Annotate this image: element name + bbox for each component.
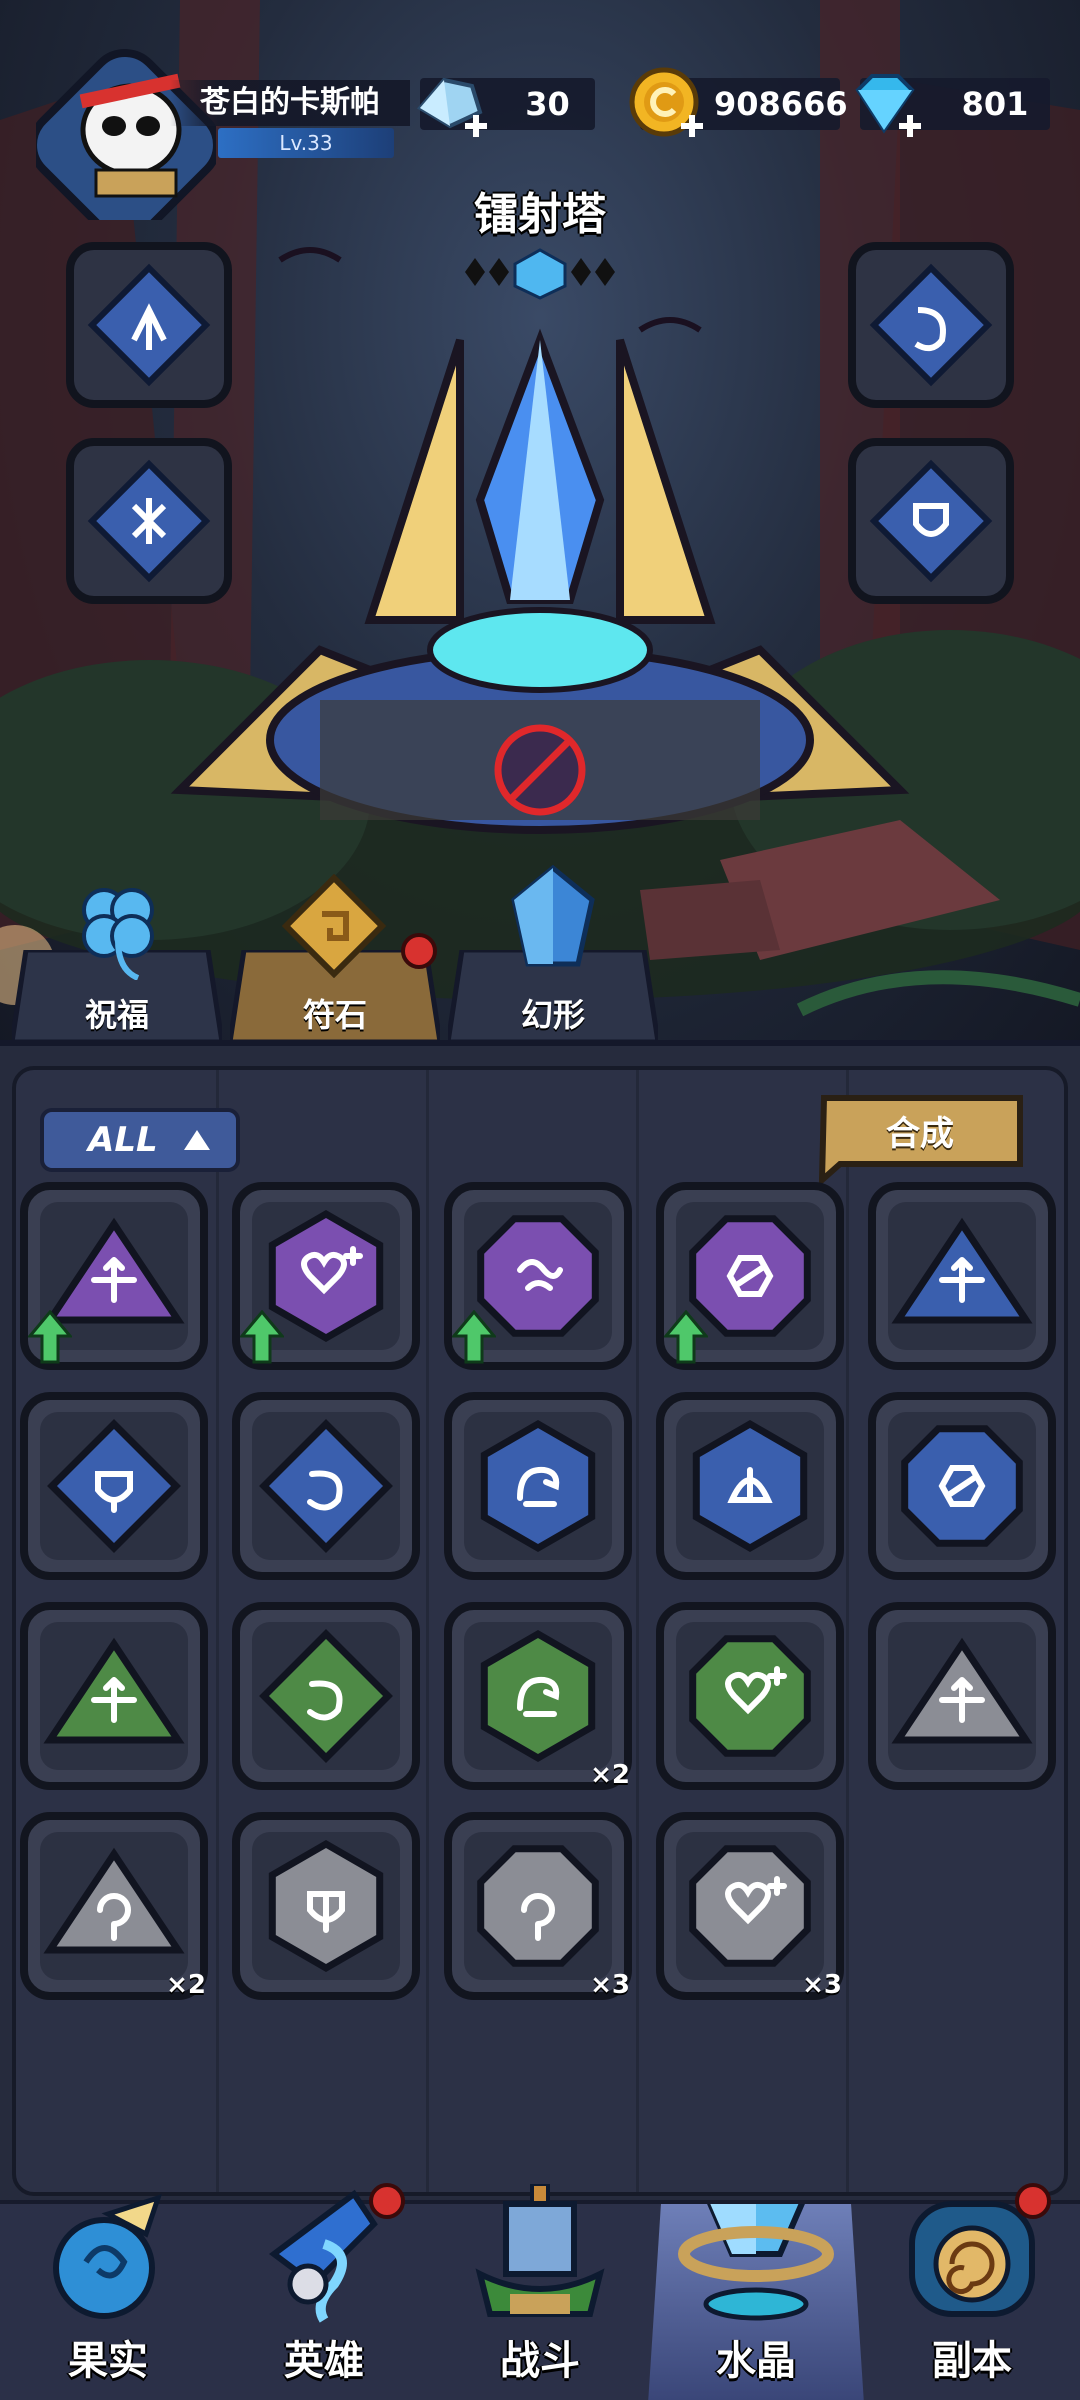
rune-item[interactable]: ×3 <box>654 1810 846 2002</box>
rune-item-frame <box>20 1602 208 1790</box>
tab-transform[interactable]: 幻形 <box>448 864 658 1042</box>
player-level: Lv.33 <box>218 128 394 158</box>
rune-item-frame <box>868 1602 1056 1790</box>
rune-item[interactable] <box>18 1390 210 1582</box>
rune-item-frame <box>444 1392 632 1580</box>
upgrade-arrow-icon <box>664 1310 708 1364</box>
tab-runestone[interactable]: 符石 <box>230 874 440 1042</box>
battle-icon <box>475 2184 605 2317</box>
rune-shape <box>480 1629 596 1763</box>
rune-item-count: ×3 <box>802 1970 842 2000</box>
tab-transform-label: 幻形 <box>520 996 585 1034</box>
rune-shape <box>268 1209 384 1343</box>
rune-item[interactable] <box>866 1600 1058 1792</box>
nav-dungeon[interactable]: 副本 <box>864 2183 1080 2400</box>
rune-item[interactable] <box>654 1600 846 1792</box>
rune-item[interactable] <box>866 1390 1058 1582</box>
rune-item-frame <box>20 1392 208 1580</box>
clover-icon <box>82 888 154 980</box>
nav-fruit-label: 果实 <box>68 2338 148 2384</box>
combine-label: 合成 <box>886 1114 954 1154</box>
nav-crystal-label: 水晶 <box>716 2338 796 2384</box>
filter-all-button[interactable]: ALL <box>40 1108 240 1172</box>
rune-shape <box>689 1635 811 1757</box>
nav-hero-label: 英雄 <box>284 2338 364 2384</box>
crystal-shard-icon <box>410 64 490 144</box>
laser-tower-illustration <box>170 328 910 834</box>
rune-item[interactable]: ×3 <box>442 1810 634 2002</box>
rune-slot-right-1[interactable] <box>846 240 1016 410</box>
upgrade-arrow-icon <box>240 1310 284 1364</box>
rune-item[interactable] <box>442 1180 634 1372</box>
resource-diamonds[interactable]: 801 <box>855 74 1050 137</box>
rune-item-count: ×3 <box>590 1970 630 2000</box>
plus-icon <box>465 115 487 137</box>
rune-item[interactable] <box>18 1600 210 1792</box>
rune-item-frame <box>232 1392 420 1580</box>
nav-fruit[interactable]: 果实 <box>0 2194 216 2400</box>
resource-gold[interactable]: 908666 <box>629 67 848 137</box>
diamond-count: 801 <box>961 85 1029 123</box>
rune-shape <box>480 1419 596 1553</box>
nav-hero[interactable]: 英雄 <box>216 2183 432 2400</box>
rune-item[interactable] <box>230 1600 422 1792</box>
rune-item[interactable]: ×2 <box>18 1810 210 2002</box>
avatar[interactable] <box>29 40 221 241</box>
nav-crystal[interactable]: 水晶 <box>648 2204 864 2400</box>
bottom-nav: 果实 英雄 战斗 水晶 副本 <box>0 2183 1080 2400</box>
gold-count: 908666 <box>714 85 848 123</box>
rune-item-count: ×2 <box>590 1760 630 1790</box>
rune-slot-left-1[interactable] <box>64 240 234 410</box>
rune-item[interactable] <box>654 1390 846 1582</box>
nav-hero-badge <box>369 2183 405 2219</box>
runestone-icon <box>282 874 386 978</box>
rune-item-count: ×2 <box>166 1970 206 2000</box>
fruit-icon <box>53 2194 162 2319</box>
rune-shape <box>689 1845 811 1967</box>
rune-item-frame <box>868 1182 1056 1370</box>
nav-battle[interactable]: 战斗 <box>432 2184 648 2400</box>
resource-crystal-shards[interactable]: 30 <box>416 77 595 137</box>
tab-blessing[interactable]: 祝福 <box>12 888 222 1042</box>
top-hud: 苍白的卡斯帕 Lv.33 30 908666 801 <box>0 0 1080 241</box>
rune-tabs: 祝福 符石 幻形 <box>0 864 1080 1042</box>
rune-item[interactable] <box>442 1390 634 1582</box>
crystal-shard-count: 30 <box>525 85 570 123</box>
upgrade-arrow-icon <box>28 1310 72 1364</box>
rune-item-frame <box>232 1602 420 1790</box>
rune-item-frame <box>868 1392 1056 1580</box>
chevron-up-icon <box>184 1130 210 1150</box>
nav-battle-label: 战斗 <box>500 2338 580 2384</box>
gold-coin-icon <box>626 64 706 144</box>
rune-item[interactable] <box>230 1810 422 2002</box>
tab-runestone-badge <box>401 933 437 969</box>
nav-dungeon-badge <box>1015 2183 1051 2219</box>
rune-item-frame <box>656 1602 844 1790</box>
diamond-icon <box>844 64 924 144</box>
rune-item[interactable] <box>654 1180 846 1372</box>
tab-blessing-label: 祝福 <box>84 996 149 1034</box>
rune-item[interactable] <box>230 1180 422 1372</box>
rune-item[interactable] <box>866 1180 1058 1372</box>
tower-star-gems <box>465 248 615 300</box>
rune-slot-left-2[interactable] <box>64 436 234 606</box>
rune-item-frame <box>656 1392 844 1580</box>
tower-name: 镭射塔 <box>474 189 606 240</box>
locked-rune-icon <box>494 724 586 816</box>
player-name: 苍白的卡斯帕 <box>170 80 410 126</box>
rune-item[interactable]: ×2 <box>442 1600 634 1792</box>
nav-dungeon-label: 副本 <box>932 2338 1012 2384</box>
filter-all-label: ALL <box>88 1120 158 1160</box>
tab-runestone-label: 符石 <box>302 996 367 1034</box>
rune-shape <box>477 1215 599 1337</box>
rune-slot-right-2[interactable] <box>846 436 1016 606</box>
upgrade-arrow-icon <box>452 1310 496 1364</box>
crystal-form-icon <box>511 864 595 967</box>
combine-button[interactable]: 合成 <box>810 1092 1030 1184</box>
rune-item[interactable] <box>18 1180 210 1372</box>
rune-item-frame <box>232 1812 420 2000</box>
rune-item[interactable] <box>230 1390 422 1582</box>
rune-shape <box>477 1845 599 1967</box>
